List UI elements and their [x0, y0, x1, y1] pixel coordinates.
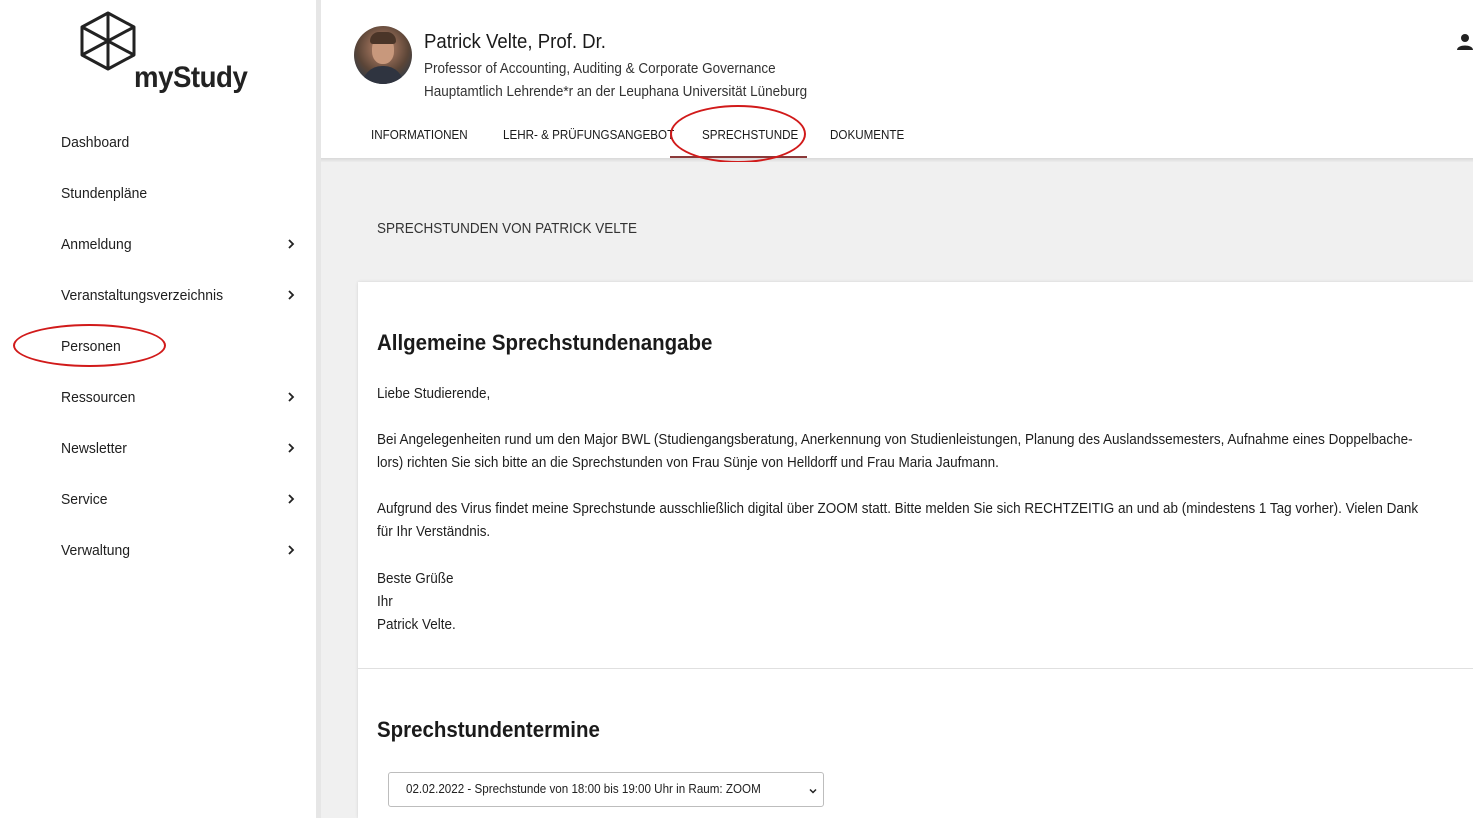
sidebar-item-verwaltung[interactable]: Verwaltung	[0, 525, 318, 576]
chevron-down-icon	[809, 788, 817, 794]
sidebar-nav: Dashboard Stundenpläne Anmeldung Veranst…	[0, 117, 318, 576]
paragraph-text: lors) richten Sie sich bitte an die Spre…	[377, 455, 999, 471]
chevron-right-icon	[288, 239, 295, 249]
avatar-shirt	[362, 66, 404, 84]
section-heading: SPRECHSTUNDEN VON PATRICK VELTE	[377, 221, 638, 237]
sidebar-item-ressourcen[interactable]: Ressourcen	[0, 372, 318, 423]
person-name: Patrick Velte, Prof. Dr.	[424, 31, 606, 53]
closing-text: Ihr	[377, 594, 393, 610]
sidebar-item-label: Service	[61, 491, 108, 508]
chevron-right-icon	[288, 494, 295, 504]
person-role: Hauptamtlich Lehrende*r an der Leuphana …	[424, 84, 808, 100]
sidebar-item-label: Dashboard	[61, 134, 130, 151]
sidebar-item-newsletter[interactable]: Newsletter	[0, 423, 318, 474]
office-hours-dates-title: Sprechstundentermine	[377, 717, 600, 742]
tab-informationen[interactable]: INFORMATIONEN	[371, 120, 468, 160]
logo-text: myStudy	[134, 61, 248, 94]
sidebar-item-label: Stundenpläne	[61, 185, 148, 202]
user-icon[interactable]	[1457, 33, 1473, 51]
office-hours-date-select[interactable]: 02.02.2022 - Sprechstunde von 18:00 bis …	[388, 772, 824, 807]
chevron-right-icon	[288, 392, 295, 402]
sidebar-item-label: Personen	[61, 338, 121, 355]
sidebar-item-label: Newsletter	[61, 440, 127, 457]
tab-lehr-pruefungsangebot[interactable]: LEHR- & PRÜFUNGSANGEBOT	[503, 120, 674, 160]
sidebar-item-dashboard[interactable]: Dashboard	[0, 117, 318, 168]
tab-dokumente[interactable]: DOKUMENTE	[830, 120, 904, 160]
hexagon-cube-icon	[80, 11, 136, 71]
sidebar-item-stundenplaene[interactable]: Stundenpläne	[0, 168, 318, 219]
tab-label: SPRECHSTUNDE	[702, 128, 799, 142]
sidebar-item-label: Anmeldung	[61, 236, 132, 253]
sidebar-item-label: Veranstaltungsverzeichnis	[61, 287, 224, 304]
tab-label: LEHR- & PRÜFUNGSANGEBOT	[503, 128, 675, 142]
general-office-hours-title: Allgemeine Sprechstundenangabe	[377, 330, 713, 355]
select-value: 02.02.2022 - Sprechstunde von 18:00 bis …	[406, 782, 761, 796]
app-logo[interactable]: myStudy	[80, 11, 248, 101]
signature-text: Patrick Velte.	[377, 617, 456, 633]
sidebar-item-label: Verwaltung	[61, 542, 131, 559]
sidebar-item-personen[interactable]: Personen	[0, 321, 318, 372]
tab-label: DOKUMENTE	[830, 128, 905, 142]
sidebar-item-anmeldung[interactable]: Anmeldung	[0, 219, 318, 270]
divider	[358, 668, 1473, 669]
avatar-hair	[370, 32, 396, 44]
paragraph-text: Bei Angelegenheiten rund um den Major BW…	[377, 432, 1413, 448]
main-content: SPRECHSTUNDEN VON PATRICK VELTE Allgemei…	[321, 162, 1473, 818]
greeting-text: Liebe Studierende,	[377, 386, 491, 402]
tab-sprechstunde[interactable]: SPRECHSTUNDE	[702, 120, 798, 160]
sidebar-item-service[interactable]: Service	[0, 474, 318, 525]
paragraph-text: Aufgrund des Virus findet meine Sprechst…	[377, 501, 1419, 517]
chevron-right-icon	[288, 290, 295, 300]
chevron-right-icon	[288, 545, 295, 555]
profile-header: Patrick Velte, Prof. Dr. Professor of Ac…	[321, 0, 1473, 160]
tab-label: INFORMATIONEN	[371, 128, 468, 142]
chevron-right-icon	[288, 443, 295, 453]
sidebar-item-label: Ressourcen	[61, 389, 136, 406]
paragraph-text: für Ihr Verständnis.	[377, 524, 491, 540]
office-hours-card: Allgemeine Sprechstundenangabe Liebe Stu…	[358, 282, 1473, 818]
closing-text: Beste Grüße	[377, 571, 454, 587]
sidebar: myStudy Dashboard Stundenpläne Anmeldung…	[0, 0, 318, 818]
person-title: Professor of Accounting, Auditing & Corp…	[424, 61, 776, 77]
avatar	[354, 26, 412, 84]
sidebar-item-veranstaltungsverzeichnis[interactable]: Veranstaltungsverzeichnis	[0, 270, 318, 321]
